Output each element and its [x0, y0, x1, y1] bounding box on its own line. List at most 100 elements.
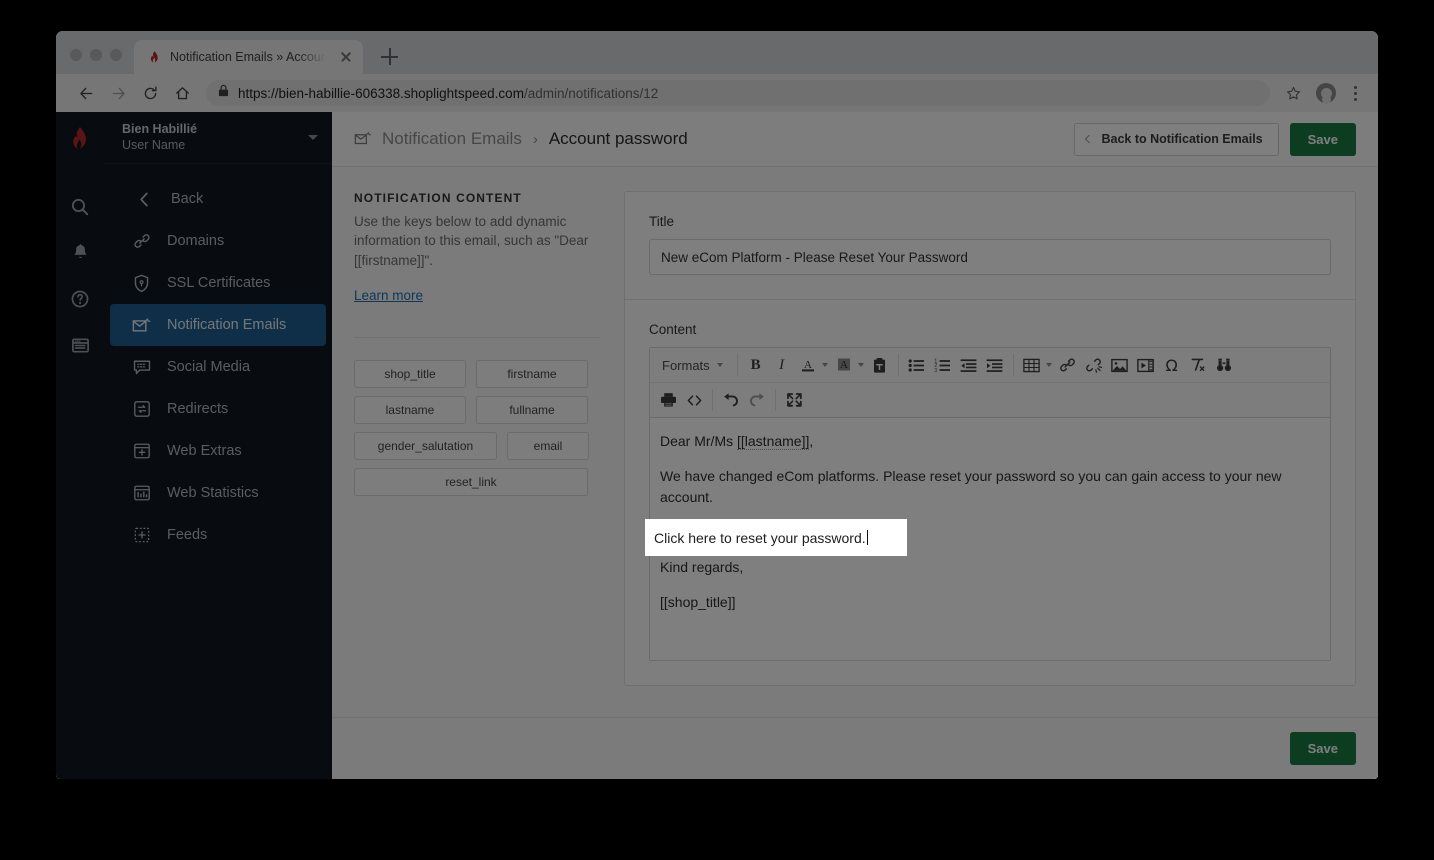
print-button[interactable]	[655, 387, 681, 413]
back-navigation-button[interactable]	[72, 79, 100, 107]
sidebar-nav: Back Domains SSL Certificates Notificati…	[104, 164, 332, 556]
paste-as-text-button[interactable]	[867, 352, 893, 378]
title-field-block: Title	[625, 192, 1355, 299]
sidebar-item-redirects[interactable]: Redirects	[110, 388, 326, 430]
title-input[interactable]	[649, 239, 1331, 275]
sidebar-item-label: Web Statistics	[167, 485, 259, 501]
bar-chart-window-icon	[132, 484, 151, 503]
reload-button[interactable]	[136, 79, 164, 107]
sidebar-item-label: Web Extras	[167, 443, 242, 459]
save-button-bottom[interactable]: Save	[1289, 732, 1356, 765]
minimize-window-button[interactable]	[90, 49, 102, 61]
bell-icon[interactable]	[57, 230, 103, 276]
close-window-button[interactable]	[70, 49, 82, 61]
outdent-button[interactable]	[956, 352, 982, 378]
browser-tab[interactable]: Notification Emails » Account p	[134, 40, 363, 74]
editor-body[interactable]: Dear Mr/Ms [[lastname]], We have changed…	[650, 418, 1330, 660]
text-color-button[interactable]: A	[795, 352, 821, 378]
insert-media-button[interactable]	[1133, 352, 1159, 378]
title-field-label: Title	[649, 214, 675, 229]
close-tab-icon[interactable]	[338, 49, 354, 65]
profile-avatar-icon[interactable]	[1316, 83, 1336, 103]
lightspeed-flame-logo[interactable]	[67, 126, 93, 156]
sidebar-item-domains[interactable]: Domains	[110, 220, 326, 262]
italic-button[interactable]: I	[769, 352, 795, 378]
help-icon[interactable]	[57, 276, 103, 322]
chevron-down-icon[interactable]	[821, 363, 828, 367]
content-field-block: Content Formats B I A A 1 2 3 Ω Dear Mr/…	[625, 299, 1355, 685]
forward-navigation-button[interactable]	[104, 79, 132, 107]
learn-more-link[interactable]: Learn more	[354, 288, 423, 303]
breadcrumb-parent[interactable]: Notification Emails	[382, 129, 522, 149]
indent-button[interactable]	[982, 352, 1008, 378]
editor-toolbar-row-1: Formats B I A A 1 2 3 Ω	[650, 348, 1330, 383]
browser-menu-icon[interactable]	[1346, 80, 1364, 106]
editor-line-paragraph: We have changed eCom platforms. Please r…	[660, 468, 1282, 505]
mail-check-icon	[132, 316, 151, 335]
toolbar-separator	[775, 389, 776, 411]
address-bar-url: https://bien-habillie-606338.shoplightsp…	[238, 85, 659, 101]
chevron-down-icon[interactable]	[857, 363, 864, 367]
sidebar-item-label: Domains	[167, 233, 225, 249]
back-button-label: Back to Notification Emails	[1101, 132, 1263, 146]
search-icon[interactable]	[57, 184, 103, 230]
browser-toolbar: https://bien-habillie-606338.shoplightsp…	[56, 74, 1378, 112]
sidebar-item-social-media[interactable]: Social Media	[110, 346, 326, 388]
chevron-down-icon[interactable]	[308, 135, 318, 140]
save-button-top[interactable]: Save	[1289, 122, 1356, 156]
new-tab-button[interactable]	[373, 40, 405, 72]
key-button-gender-salutation[interactable]: gender_salutation	[354, 431, 497, 460]
background-color-button[interactable]: A	[831, 352, 857, 378]
bookmark-star-icon[interactable]	[1280, 80, 1306, 106]
shop-switcher[interactable]: Bien Habillié User Name	[104, 112, 332, 164]
key-button-firstname[interactable]: firstname	[476, 359, 588, 388]
sidebar-item-web-statistics[interactable]: Web Statistics	[110, 472, 326, 514]
bullet-list-button[interactable]	[904, 352, 930, 378]
back-to-notification-emails-button[interactable]: Back to Notification Emails	[1074, 122, 1279, 156]
key-button-email[interactable]: email	[507, 431, 589, 460]
toolbar-separator	[897, 354, 899, 376]
numbered-list-button[interactable]: 123	[930, 352, 956, 378]
window-traffic-lights	[56, 49, 134, 74]
maximize-window-button[interactable]	[110, 49, 122, 61]
shop-name: Bien Habillié	[122, 121, 198, 136]
notification-form-card: Title Content Formats	[624, 191, 1356, 686]
browser-tab-title: Notification Emails » Account p	[170, 50, 330, 64]
find-replace-button[interactable]	[1211, 352, 1237, 378]
key-button-reset-link[interactable]: reset_link	[354, 467, 588, 496]
special-character-button[interactable]: Ω	[1159, 352, 1185, 378]
clear-formatting-button[interactable]	[1185, 352, 1211, 378]
sidebar-item-feeds[interactable]: Feeds	[110, 514, 326, 556]
sidebar-item-ssl-certificates[interactable]: SSL Certificates	[110, 262, 326, 304]
chevron-down-icon[interactable]	[1045, 363, 1052, 367]
shield-icon	[132, 274, 151, 293]
sidebar-item-label: Notification Emails	[167, 317, 287, 333]
rich-text-editor: Formats B I A A 1 2 3 Ω Dear Mr/Ms [[las…	[649, 347, 1331, 661]
source-code-button[interactable]	[681, 387, 707, 413]
insert-image-button[interactable]	[1107, 352, 1133, 378]
browser-window-icon[interactable]	[57, 322, 103, 368]
table-button[interactable]	[1019, 352, 1045, 378]
redo-button[interactable]	[744, 387, 770, 413]
browser-window: Notification Emails » Account p https://…	[56, 31, 1378, 779]
fullscreen-button[interactable]	[781, 387, 807, 413]
unlink-button[interactable]	[1081, 352, 1107, 378]
sidebar-item-back[interactable]: Back	[110, 178, 326, 220]
formats-dropdown[interactable]: Formats	[655, 352, 732, 378]
address-bar[interactable]: https://bien-habillie-606338.shoplightsp…	[206, 80, 1270, 106]
bold-button[interactable]: B	[743, 352, 769, 378]
editor-toolbar-row-2	[650, 383, 1330, 418]
undo-button[interactable]	[718, 387, 744, 413]
key-button-fullname[interactable]: fullname	[476, 395, 588, 424]
lightspeed-flame-icon	[147, 50, 162, 65]
chat-bubble-icon	[132, 358, 151, 377]
home-button[interactable]	[168, 79, 196, 107]
key-button-lastname[interactable]: lastname	[354, 395, 466, 424]
toolbar-separator	[1012, 354, 1014, 376]
sidebar-item-web-extras[interactable]: Web Extras	[110, 430, 326, 472]
sidebar-item-notification-emails[interactable]: Notification Emails	[110, 304, 326, 346]
insert-link-button[interactable]	[1055, 352, 1081, 378]
editor-line-signature: [[shop_title]]	[660, 594, 736, 611]
key-button-shop-title[interactable]: shop_title	[354, 359, 466, 388]
notification-content-panel: NOTIFICATION CONTENT Use the keys below …	[354, 191, 600, 717]
